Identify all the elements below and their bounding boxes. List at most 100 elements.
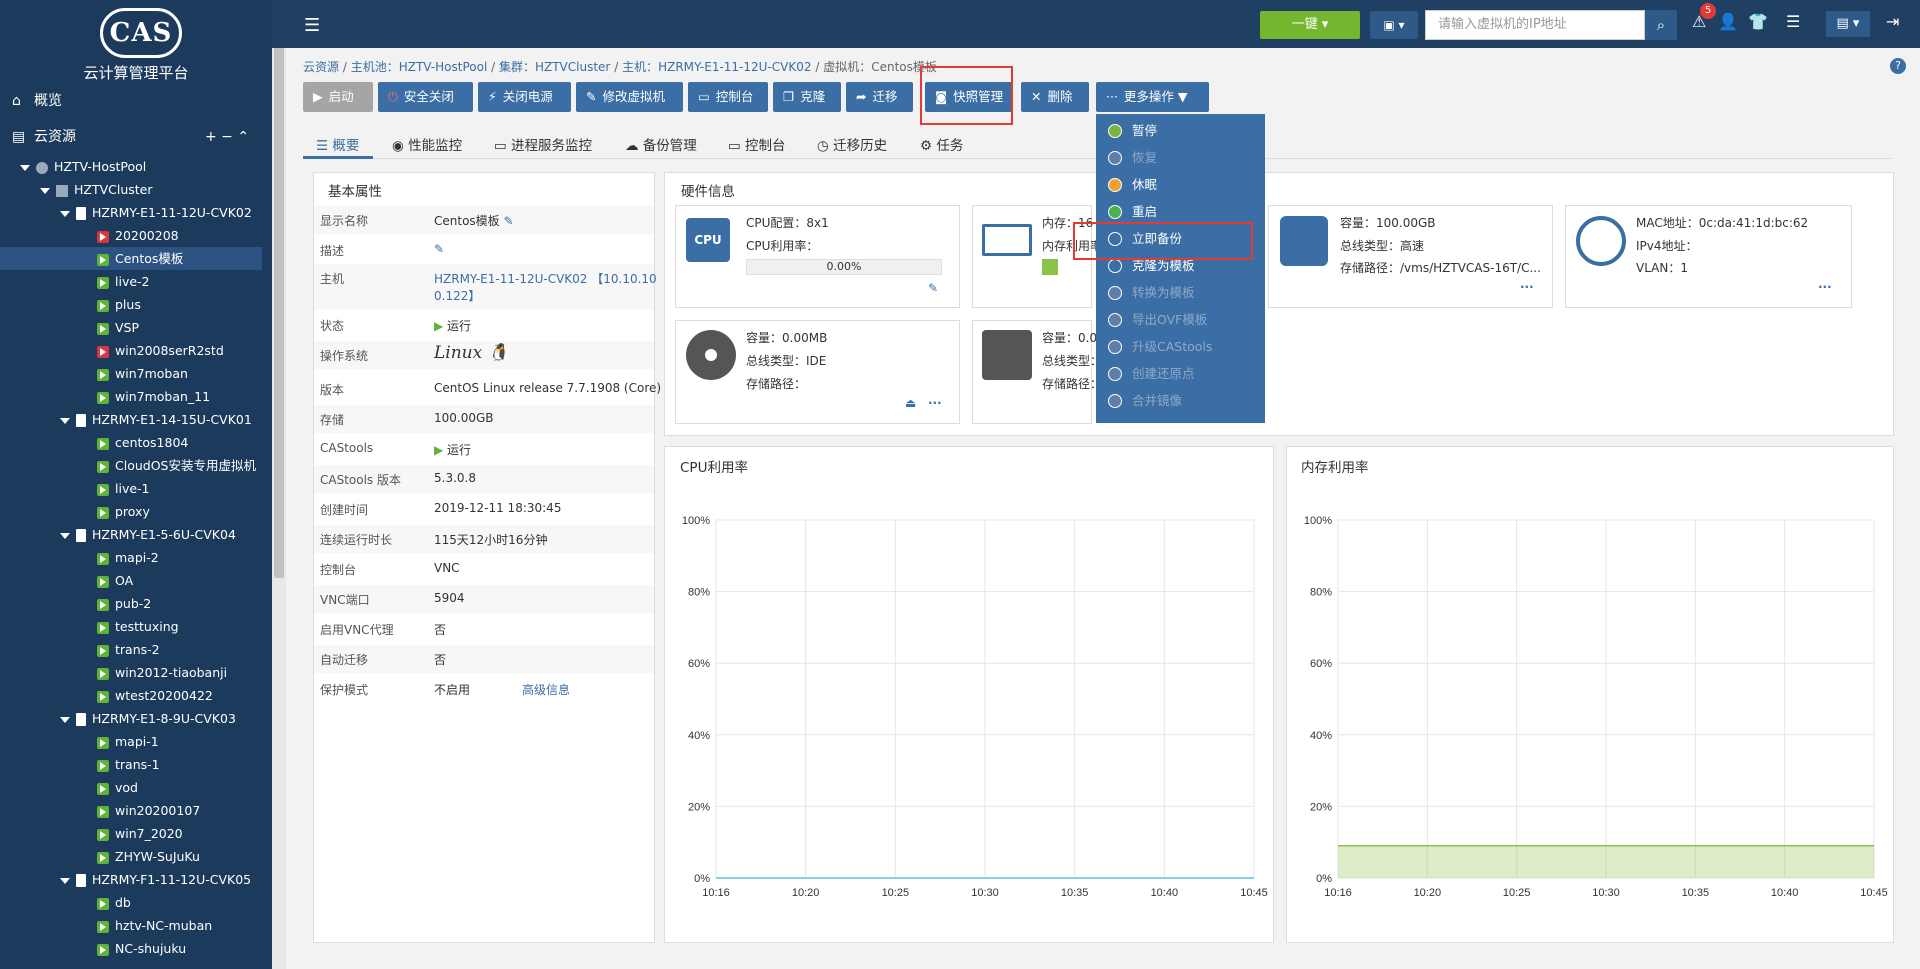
tree-vm[interactable]: hztv-NC-muban	[0, 914, 262, 937]
tree-pool[interactable]: HZTV-HostPool	[0, 155, 262, 178]
cpu-usage-label: CPU利用率：	[746, 239, 819, 253]
console-button[interactable]: ▭ 控制台	[688, 82, 768, 112]
advanced-info-link[interactable]: 高级信息	[522, 681, 570, 698]
tree-vm[interactable]: trans-2	[0, 638, 262, 661]
tree-vm[interactable]: centos1804	[0, 431, 262, 454]
more-icon[interactable]: ···	[1520, 280, 1534, 294]
list-icon[interactable]: ☰	[1786, 12, 1800, 31]
tab-process-monitor[interactable]: ▭ 进程服务监控	[494, 134, 592, 154]
modify-vm-button[interactable]: ✎ 修改虚拟机	[576, 82, 683, 112]
tree-vm[interactable]: proxy	[0, 500, 262, 523]
skin-icon[interactable]: 👕	[1748, 12, 1768, 31]
collapse-icon[interactable]	[20, 164, 30, 171]
property-key: 控制台	[320, 563, 357, 577]
property-value: Centos模板 ✎	[434, 212, 514, 229]
edit-icon[interactable]: ✎	[434, 242, 444, 256]
tree-actions[interactable]: + − ⌃	[205, 122, 249, 152]
breadcrumb-pool[interactable]: 主机池：HZTV-HostPool	[351, 60, 488, 74]
tree-vm[interactable]: db	[0, 891, 262, 914]
tree-vm[interactable]: win2008serR2std	[0, 339, 262, 362]
tree-vm[interactable]: ZHYW-SuJuKu	[0, 845, 262, 868]
onekey-button[interactable]: 一键 ▾	[1260, 11, 1360, 39]
property-row: 保护模式 不启用 高级信息	[314, 675, 654, 703]
nav-overview[interactable]: ⌂ 概览	[0, 86, 272, 116]
hardware-title: 硬件信息	[681, 184, 735, 200]
tree-vm[interactable]: win7moban	[0, 362, 262, 385]
logo: CAS 云计算管理平台	[0, 0, 272, 86]
breadcrumb-root[interactable]: 云资源	[303, 60, 339, 74]
tree-vm[interactable]: mapi-1	[0, 730, 262, 753]
tree-vm[interactable]: live-2	[0, 270, 262, 293]
tree-host[interactable]: HZRMY-E1-11-12U-CVK02	[0, 201, 262, 224]
tree-vm[interactable]: win7moban_11	[0, 385, 262, 408]
edit-icon[interactable]: ✎	[504, 214, 514, 228]
tree-vm[interactable]: plus	[0, 293, 262, 316]
tree-vm[interactable]: OA	[0, 569, 262, 592]
collapse-icon[interactable]	[60, 210, 70, 217]
tab-performance[interactable]: ◉ 性能监控	[392, 134, 462, 154]
tree-vm[interactable]: win2012-tiaobanji	[0, 661, 262, 684]
migrate-button[interactable]: ➦ 迁移	[846, 82, 913, 112]
tree-vm[interactable]: pub-2	[0, 592, 262, 615]
tree-vm[interactable]: NC-shujuku	[0, 937, 262, 960]
tree-vm[interactable]: win7_2020	[0, 822, 262, 845]
tab-backup[interactable]: ☁ 备份管理	[625, 134, 697, 154]
y-tick-label: 40%	[1310, 730, 1332, 742]
user-icon[interactable]: 👤	[1718, 12, 1738, 31]
tab-overview[interactable]: ☰ 概要	[316, 134, 359, 154]
more-actions-button[interactable]: ··· 更多操作 ▼	[1096, 82, 1209, 112]
tree-vm[interactable]: Centos模板	[0, 247, 262, 270]
tree-vm[interactable]: wtest20200422	[0, 684, 262, 707]
tree-vm[interactable]: VSP	[0, 316, 262, 339]
nav-cloud-resources[interactable]: ▤ 云资源 + − ⌃	[0, 122, 272, 152]
tree-vm[interactable]: mapi-2	[0, 546, 262, 569]
collapse-icon[interactable]	[60, 417, 70, 424]
tab-tasks[interactable]: ⚙ 任务	[920, 134, 963, 154]
tree-host[interactable]: HZRMY-E1-5-6U-CVK04	[0, 523, 262, 546]
tab-console[interactable]: ▭ 控制台	[728, 134, 786, 154]
cpu-icon: CPU	[686, 218, 730, 262]
logout-icon[interactable]: ⇥	[1886, 12, 1899, 31]
breadcrumb-host[interactable]: 主机：HZRMY-E1-11-12U-CVK02	[622, 60, 811, 74]
tree-vm[interactable]: win20200107	[0, 799, 262, 822]
property-key: 存储	[320, 413, 345, 427]
poweroff-button[interactable]: ⚡ 关闭电源	[478, 82, 571, 112]
breadcrumb-cluster[interactable]: 集群：HZTVCluster	[499, 60, 610, 74]
tree-vm[interactable]: trans-1	[0, 753, 262, 776]
ip-search-input[interactable]: 请输入虚拟机的IP地址	[1425, 10, 1645, 40]
edit-icon[interactable]: ✎	[928, 281, 938, 295]
menu-toggle-icon[interactable]: ☰	[304, 15, 320, 36]
collapse-icon[interactable]	[60, 716, 70, 723]
eject-icon[interactable]: ⏏	[905, 396, 916, 410]
start-button[interactable]: ▶ 启动	[303, 82, 373, 112]
collapse-icon[interactable]	[60, 532, 70, 539]
tree-vm[interactable]: CloudOS安装专用虚拟机	[0, 454, 262, 477]
menu-item[interactable]: 休眠	[1096, 171, 1265, 198]
vm-type-select[interactable]: ▣ ▾	[1370, 11, 1418, 39]
collapse-icon[interactable]	[60, 877, 70, 884]
collapse-icon[interactable]	[40, 187, 50, 194]
shutdown-button[interactable]: ⏻ 安全关闭	[378, 82, 473, 112]
tree-vm[interactable]: testtuxing	[0, 615, 262, 638]
os-value: Linux	[434, 343, 483, 363]
tree-host[interactable]: HZRMY-E1-8-9U-CVK03	[0, 707, 262, 730]
property-value: 否	[434, 653, 447, 667]
tree-vm[interactable]: live-1	[0, 477, 262, 500]
tree-cluster[interactable]: HZTVCluster	[0, 178, 262, 201]
tree-vm[interactable]: vod	[0, 776, 262, 799]
delete-button[interactable]: ✕ 删除	[1021, 82, 1089, 112]
sidebar-scrollbar-thumb[interactable]	[274, 18, 284, 578]
more-icon[interactable]: ···	[1818, 280, 1832, 294]
menu-item[interactable]: 暂停	[1096, 117, 1265, 144]
more-icon[interactable]: ···	[928, 396, 942, 410]
tree-host[interactable]: HZRMY-E1-14-15U-CVK01	[0, 408, 262, 431]
clone-button[interactable]: ❐ 克隆	[773, 82, 841, 112]
tree-vm[interactable]: 20200208	[0, 224, 262, 247]
tree-host[interactable]: HZRMY-F1-11-12U-CVK05	[0, 868, 262, 891]
menu-item[interactable]: 重启	[1096, 198, 1265, 225]
help-icon[interactable]: ?	[1890, 58, 1906, 74]
tab-migration-history[interactable]: ◷ 迁移历史	[817, 134, 887, 154]
host-link[interactable]: HZRMY-E1-11-12U-CVK02 【10.10.10 0.122】	[434, 270, 657, 304]
search-icon[interactable]: ⌕	[1645, 10, 1677, 40]
layout-select[interactable]: ▤ ▾	[1826, 11, 1870, 37]
